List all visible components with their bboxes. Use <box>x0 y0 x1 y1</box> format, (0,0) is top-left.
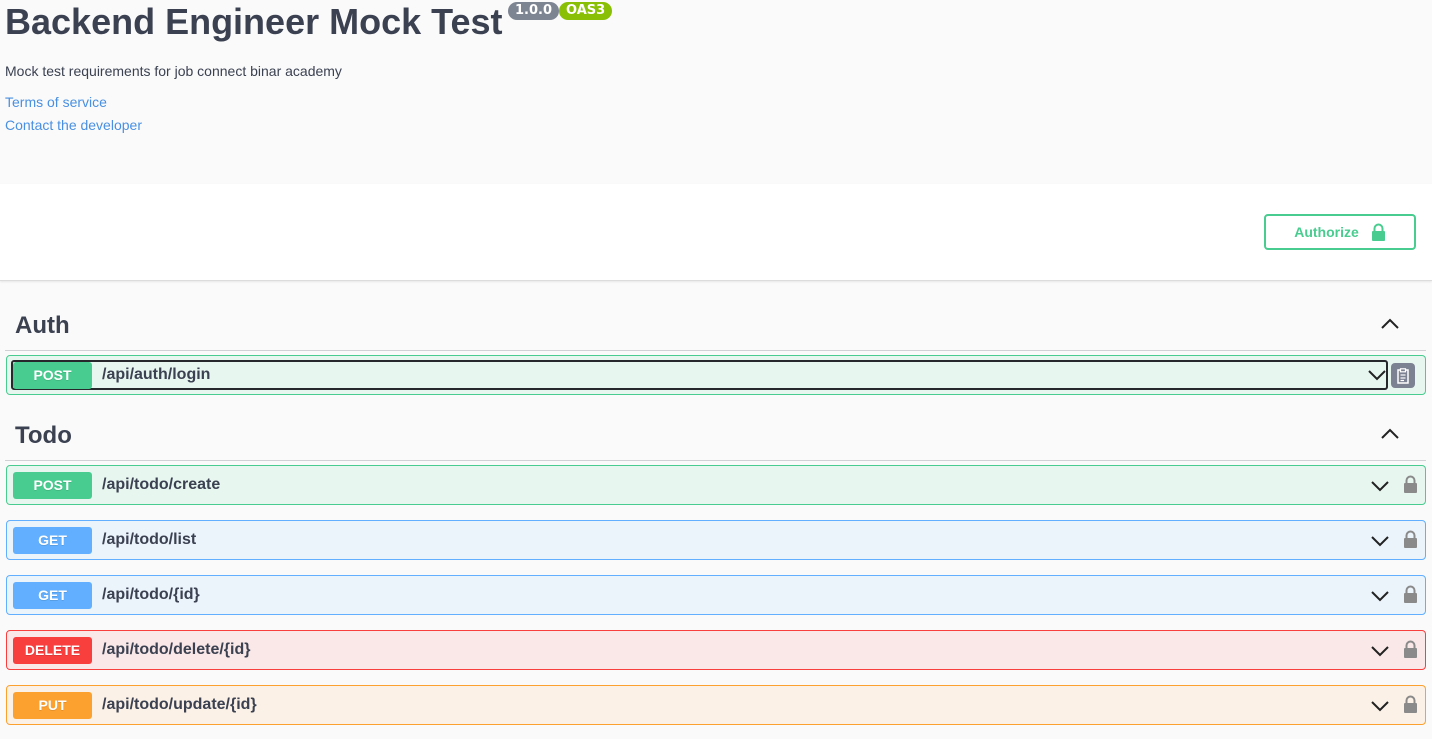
operation-get-todo-list[interactable]: GET /api/todo/list <box>6 520 1426 560</box>
lock-icon[interactable] <box>1403 695 1418 713</box>
section-auth-header[interactable]: Auth <box>5 301 1426 351</box>
api-description: Mock test requirements for job connect b… <box>5 63 342 79</box>
lock-icon[interactable] <box>1403 585 1418 603</box>
authorize-label: Authorize <box>1294 224 1359 240</box>
oas-badge: OAS3 <box>559 2 613 20</box>
section-todo-header[interactable]: Todo <box>5 411 1426 461</box>
version-badge: 1.0.0 <box>508 2 560 20</box>
operation-post-todo-create[interactable]: POST /api/todo/create <box>6 465 1426 505</box>
terms-of-service-link[interactable]: Terms of service <box>5 94 107 110</box>
method-badge: GET <box>13 527 92 554</box>
info-header: Backend Engineer Mock Test 1.0.0 OAS3 Mo… <box>0 0 1432 184</box>
operation-path: /api/todo/list <box>102 531 197 548</box>
lock-icon[interactable] <box>1403 475 1418 493</box>
method-badge: POST <box>13 472 92 499</box>
operation-path: /api/auth/login <box>102 366 211 383</box>
section-todo-title: Todo <box>15 422 72 449</box>
chevron-down-icon[interactable] <box>1370 535 1390 547</box>
operation-put-todo-update[interactable]: PUT /api/todo/update/{id} <box>6 685 1426 725</box>
operation-post-auth-login[interactable]: POST /api/auth/login <box>6 355 1426 395</box>
method-badge: POST <box>13 362 92 389</box>
authorize-button[interactable]: Authorize <box>1264 214 1416 250</box>
lock-icon[interactable] <box>1403 530 1418 548</box>
lock-icon[interactable] <box>1403 640 1418 658</box>
chevron-down-icon[interactable] <box>1370 590 1390 602</box>
operation-path: /api/todo/delete/{id} <box>102 641 251 658</box>
operation-path: /api/todo/{id} <box>102 586 200 603</box>
method-badge: GET <box>13 582 92 609</box>
chevron-up-icon[interactable] <box>1380 428 1400 440</box>
page-title: Backend Engineer Mock Test <box>5 1 503 42</box>
method-badge: PUT <box>13 692 92 719</box>
operation-path: /api/todo/create <box>102 476 221 493</box>
section-auth-title: Auth <box>15 312 70 339</box>
copy-icon <box>1397 367 1409 384</box>
chevron-down-icon[interactable] <box>1370 700 1390 712</box>
chevron-up-icon[interactable] <box>1380 318 1400 330</box>
contact-developer-link[interactable]: Contact the developer <box>5 117 142 133</box>
chevron-down-icon[interactable] <box>1367 369 1387 381</box>
operation-path: /api/todo/update/{id} <box>102 696 257 713</box>
focus-outline <box>11 360 1388 390</box>
method-badge: DELETE <box>13 637 92 664</box>
operation-get-todo-id[interactable]: GET /api/todo/{id} <box>6 575 1426 615</box>
operation-delete-todo[interactable]: DELETE /api/todo/delete/{id} <box>6 630 1426 670</box>
copy-to-clipboard-button[interactable] <box>1391 363 1415 388</box>
lock-icon <box>1371 223 1385 241</box>
chevron-down-icon[interactable] <box>1370 480 1390 492</box>
chevron-down-icon[interactable] <box>1370 645 1390 657</box>
scheme-container: Authorize <box>0 184 1432 281</box>
